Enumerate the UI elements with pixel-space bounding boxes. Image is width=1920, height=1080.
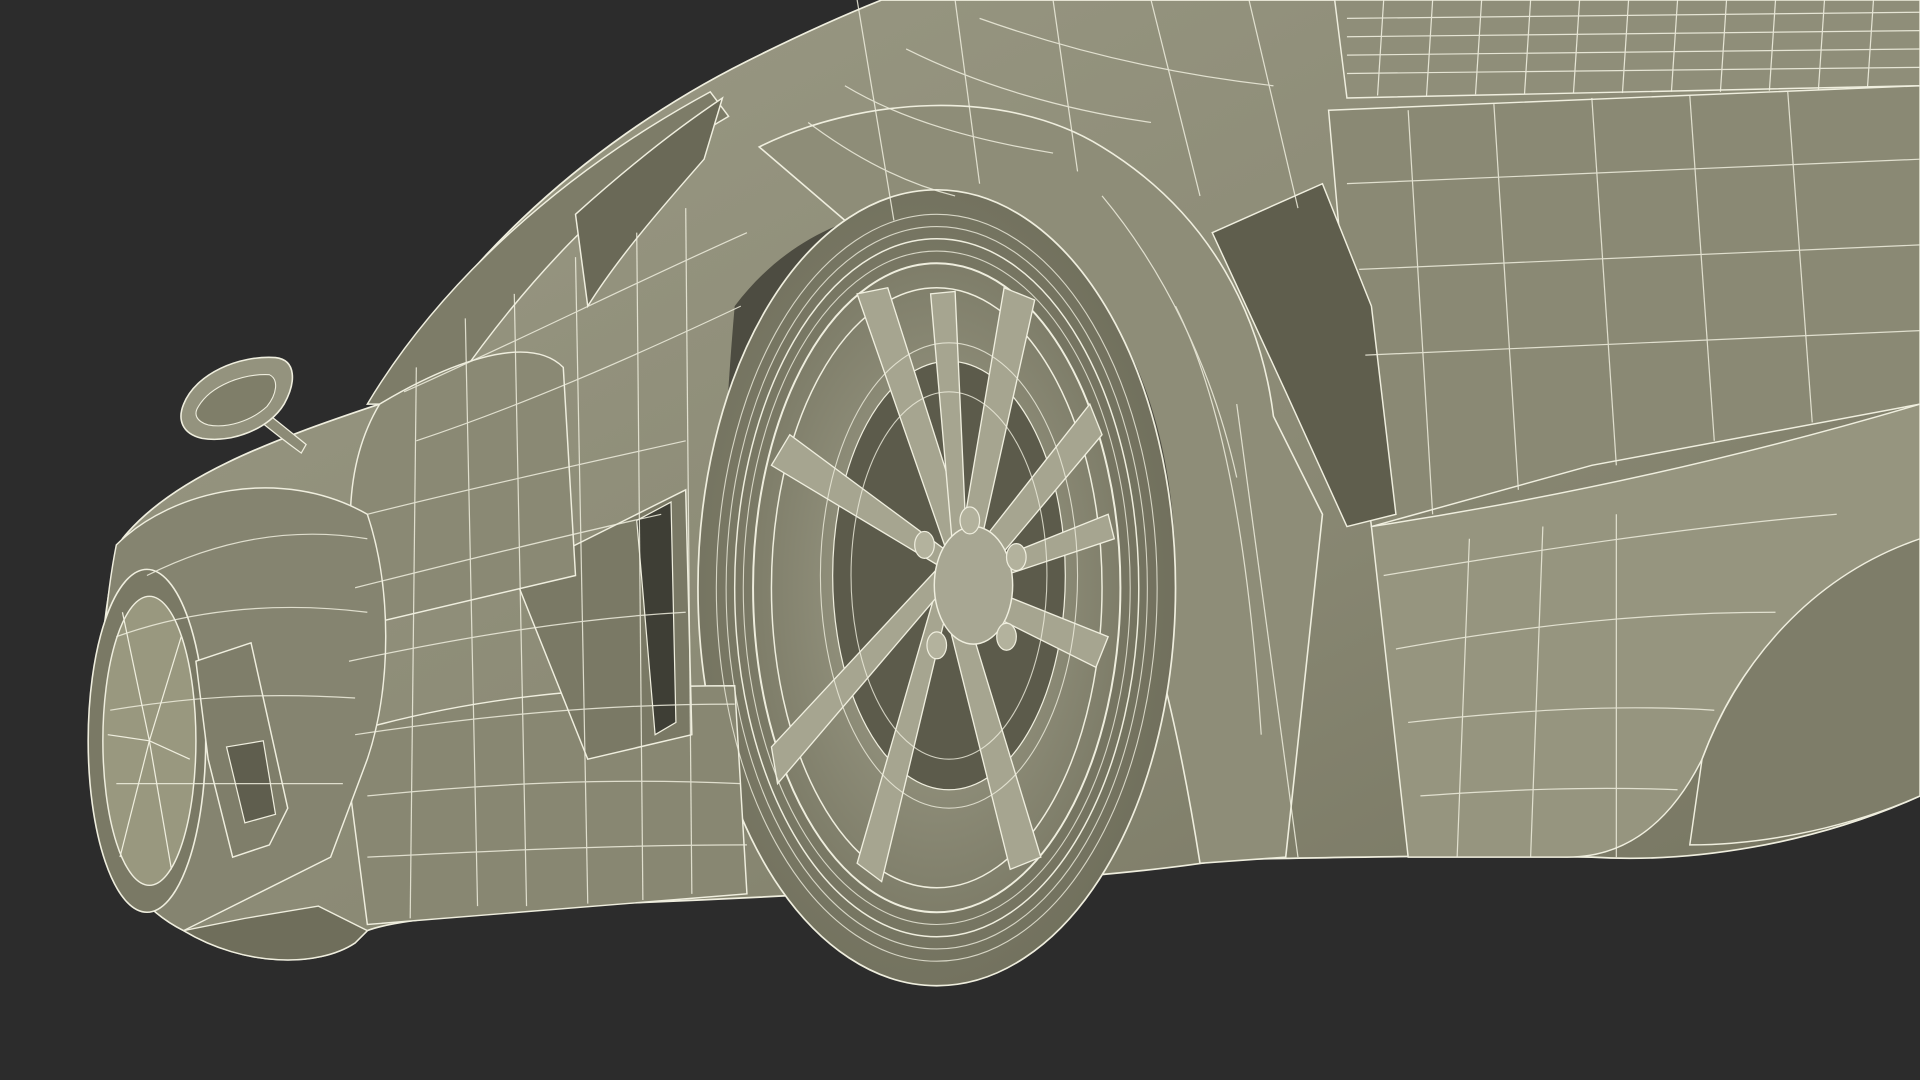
wireframe-render: [0, 0, 1920, 1080]
